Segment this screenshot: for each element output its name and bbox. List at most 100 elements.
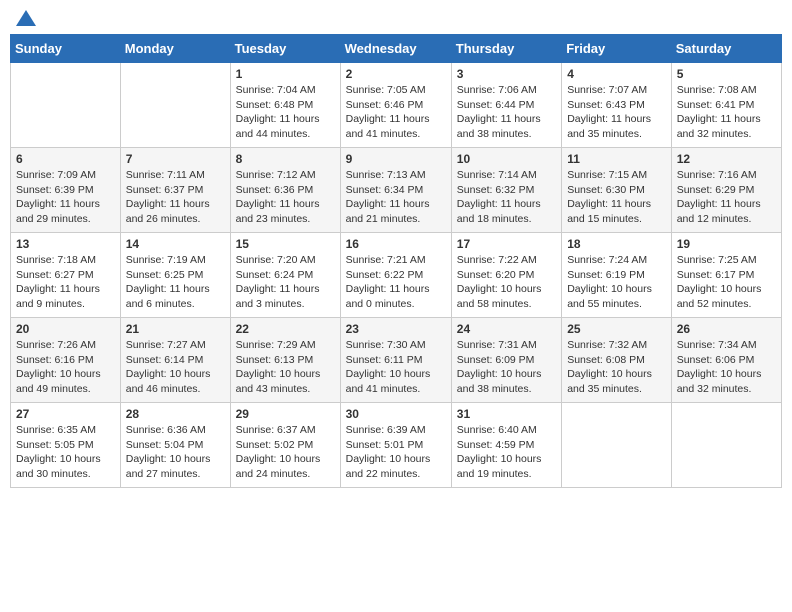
day-info: Sunrise: 7:09 AM Sunset: 6:39 PM Dayligh… <box>16 168 115 227</box>
day-number: 25 <box>567 322 666 336</box>
day-number: 20 <box>16 322 115 336</box>
calendar-cell: 15 Sunrise: 7:20 AM Sunset: 6:24 PM Dayli… <box>230 233 340 318</box>
calendar-cell: 16 Sunrise: 7:21 AM Sunset: 6:22 PM Dayli… <box>340 233 451 318</box>
day-info: Sunrise: 7:25 AM Sunset: 6:17 PM Dayligh… <box>677 253 776 312</box>
calendar-cell: 18 Sunrise: 7:24 AM Sunset: 6:19 PM Dayli… <box>562 233 672 318</box>
calendar-cell: 24 Sunrise: 7:31 AM Sunset: 6:09 PM Dayli… <box>451 318 561 403</box>
calendar-cell: 30 Sunrise: 6:39 AM Sunset: 5:01 PM Dayli… <box>340 403 451 488</box>
day-number: 10 <box>457 152 556 166</box>
calendar-cell: 28 Sunrise: 6:36 AM Sunset: 5:04 PM Dayli… <box>120 403 230 488</box>
calendar-cell: 31 Sunrise: 6:40 AM Sunset: 4:59 PM Dayli… <box>451 403 561 488</box>
day-number: 1 <box>236 67 335 81</box>
week-row-5: 27 Sunrise: 6:35 AM Sunset: 5:05 PM Dayli… <box>11 403 782 488</box>
weekday-header-sunday: Sunday <box>11 35 121 63</box>
calendar-cell <box>11 63 121 148</box>
day-number: 11 <box>567 152 666 166</box>
calendar-cell: 29 Sunrise: 6:37 AM Sunset: 5:02 PM Dayli… <box>230 403 340 488</box>
day-info: Sunrise: 7:27 AM Sunset: 6:14 PM Dayligh… <box>126 338 225 397</box>
day-number: 12 <box>677 152 776 166</box>
calendar-cell: 22Sunrise: 7:29 AM Sunset: 6:13 PM Dayli… <box>230 318 340 403</box>
day-info: Sunrise: 7:26 AM Sunset: 6:16 PM Dayligh… <box>16 338 115 397</box>
week-row-4: 20 Sunrise: 7:26 AM Sunset: 6:16 PM Dayli… <box>11 318 782 403</box>
calendar-cell <box>120 63 230 148</box>
calendar-cell: 1Sunrise: 7:04 AM Sunset: 6:48 PM Daylig… <box>230 63 340 148</box>
day-info: Sunrise: 7:13 AM Sunset: 6:34 PM Dayligh… <box>346 168 446 227</box>
day-number: 26 <box>677 322 776 336</box>
calendar-cell: 12 Sunrise: 7:16 AM Sunset: 6:29 PM Dayli… <box>671 148 781 233</box>
day-number: 29 <box>236 407 335 421</box>
weekday-header-row: SundayMondayTuesdayWednesdayThursdayFrid… <box>11 35 782 63</box>
day-number: 30 <box>346 407 446 421</box>
logo-icon <box>16 10 36 26</box>
calendar-table: SundayMondayTuesdayWednesdayThursdayFrid… <box>10 34 782 488</box>
day-info: Sunrise: 7:12 AM Sunset: 6:36 PM Dayligh… <box>236 168 335 227</box>
calendar-cell <box>562 403 672 488</box>
day-info: Sunrise: 7:31 AM Sunset: 6:09 PM Dayligh… <box>457 338 556 397</box>
day-number: 4 <box>567 67 666 81</box>
day-number: 21 <box>126 322 225 336</box>
day-number: 27 <box>16 407 115 421</box>
day-info: Sunrise: 7:24 AM Sunset: 6:19 PM Dayligh… <box>567 253 666 312</box>
calendar-cell: 13Sunrise: 7:18 AM Sunset: 6:27 PM Dayli… <box>11 233 121 318</box>
day-number: 15 <box>236 237 335 251</box>
weekday-header-monday: Monday <box>120 35 230 63</box>
calendar-cell: 2 Sunrise: 7:05 AM Sunset: 6:46 PM Daylig… <box>340 63 451 148</box>
day-info: Sunrise: 6:37 AM Sunset: 5:02 PM Dayligh… <box>236 423 335 482</box>
day-number: 13 <box>16 237 115 251</box>
day-info: Sunrise: 7:05 AM Sunset: 6:46 PM Dayligh… <box>346 83 446 142</box>
calendar-cell: 6Sunrise: 7:09 AM Sunset: 6:39 PM Daylig… <box>11 148 121 233</box>
weekday-header-tuesday: Tuesday <box>230 35 340 63</box>
day-number: 7 <box>126 152 225 166</box>
day-info: Sunrise: 7:07 AM Sunset: 6:43 PM Dayligh… <box>567 83 666 142</box>
calendar-cell: 21 Sunrise: 7:27 AM Sunset: 6:14 PM Dayli… <box>120 318 230 403</box>
day-info: Sunrise: 7:06 AM Sunset: 6:44 PM Dayligh… <box>457 83 556 142</box>
calendar-cell <box>671 403 781 488</box>
day-number: 28 <box>126 407 225 421</box>
day-info: Sunrise: 7:34 AM Sunset: 6:06 PM Dayligh… <box>677 338 776 397</box>
calendar-cell: 4 Sunrise: 7:07 AM Sunset: 6:43 PM Daylig… <box>562 63 672 148</box>
day-number: 17 <box>457 237 556 251</box>
day-number: 18 <box>567 237 666 251</box>
calendar-cell: 5Sunrise: 7:08 AM Sunset: 6:41 PM Daylig… <box>671 63 781 148</box>
calendar-cell: 27 Sunrise: 6:35 AM Sunset: 5:05 PM Dayli… <box>11 403 121 488</box>
day-info: Sunrise: 7:19 AM Sunset: 6:25 PM Dayligh… <box>126 253 225 312</box>
week-row-2: 6Sunrise: 7:09 AM Sunset: 6:39 PM Daylig… <box>11 148 782 233</box>
weekday-header-wednesday: Wednesday <box>340 35 451 63</box>
day-number: 9 <box>346 152 446 166</box>
day-info: Sunrise: 7:11 AM Sunset: 6:37 PM Dayligh… <box>126 168 225 227</box>
day-info: Sunrise: 6:40 AM Sunset: 4:59 PM Dayligh… <box>457 423 556 482</box>
day-info: Sunrise: 6:39 AM Sunset: 5:01 PM Dayligh… <box>346 423 446 482</box>
week-row-1: 1Sunrise: 7:04 AM Sunset: 6:48 PM Daylig… <box>11 63 782 148</box>
logo <box>14 14 36 26</box>
day-number: 24 <box>457 322 556 336</box>
day-number: 8 <box>236 152 335 166</box>
calendar-cell: 17 Sunrise: 7:22 AM Sunset: 6:20 PM Dayli… <box>451 233 561 318</box>
day-info: Sunrise: 6:36 AM Sunset: 5:04 PM Dayligh… <box>126 423 225 482</box>
day-number: 22 <box>236 322 335 336</box>
page-header <box>10 10 782 26</box>
calendar-cell: 3Sunrise: 7:06 AM Sunset: 6:44 PM Daylig… <box>451 63 561 148</box>
day-number: 16 <box>346 237 446 251</box>
day-info: Sunrise: 6:35 AM Sunset: 5:05 PM Dayligh… <box>16 423 115 482</box>
day-number: 23 <box>346 322 446 336</box>
weekday-header-thursday: Thursday <box>451 35 561 63</box>
day-info: Sunrise: 7:16 AM Sunset: 6:29 PM Dayligh… <box>677 168 776 227</box>
day-number: 2 <box>346 67 446 81</box>
day-number: 31 <box>457 407 556 421</box>
day-number: 5 <box>677 67 776 81</box>
day-info: Sunrise: 7:30 AM Sunset: 6:11 PM Dayligh… <box>346 338 446 397</box>
day-info: Sunrise: 7:15 AM Sunset: 6:30 PM Dayligh… <box>567 168 666 227</box>
calendar-cell: 8 Sunrise: 7:12 AM Sunset: 6:36 PM Daylig… <box>230 148 340 233</box>
day-info: Sunrise: 7:20 AM Sunset: 6:24 PM Dayligh… <box>236 253 335 312</box>
day-info: Sunrise: 7:21 AM Sunset: 6:22 PM Dayligh… <box>346 253 446 312</box>
day-info: Sunrise: 7:32 AM Sunset: 6:08 PM Dayligh… <box>567 338 666 397</box>
day-info: Sunrise: 7:14 AM Sunset: 6:32 PM Dayligh… <box>457 168 556 227</box>
weekday-header-friday: Friday <box>562 35 672 63</box>
calendar-cell: 20 Sunrise: 7:26 AM Sunset: 6:16 PM Dayli… <box>11 318 121 403</box>
calendar-cell: 9 Sunrise: 7:13 AM Sunset: 6:34 PM Daylig… <box>340 148 451 233</box>
day-number: 14 <box>126 237 225 251</box>
day-info: Sunrise: 7:22 AM Sunset: 6:20 PM Dayligh… <box>457 253 556 312</box>
calendar-cell: 7 Sunrise: 7:11 AM Sunset: 6:37 PM Daylig… <box>120 148 230 233</box>
calendar-cell: 25 Sunrise: 7:32 AM Sunset: 6:08 PM Dayli… <box>562 318 672 403</box>
weekday-header-saturday: Saturday <box>671 35 781 63</box>
